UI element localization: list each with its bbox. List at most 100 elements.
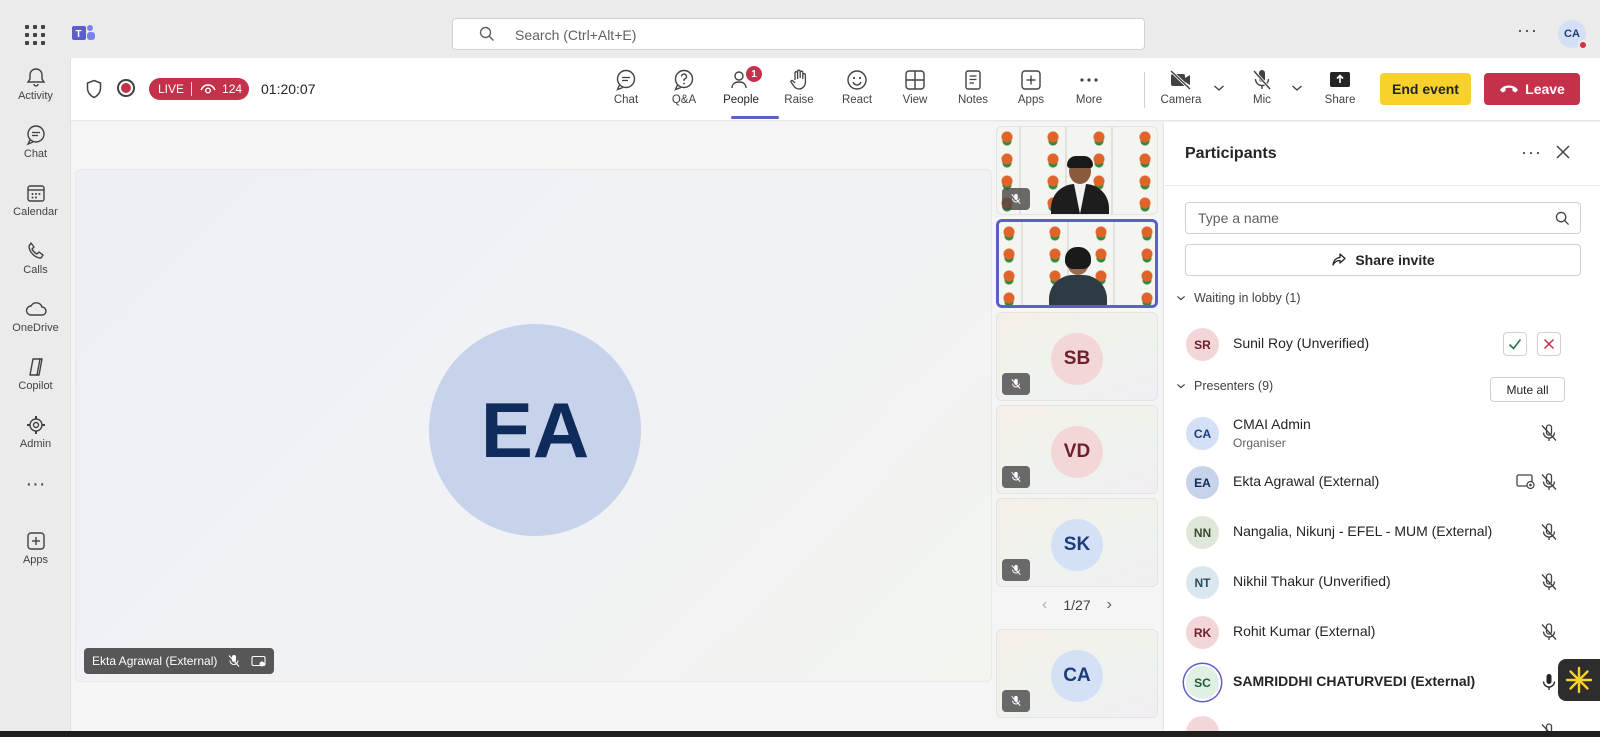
camera-button[interactable]: Camera xyxy=(1153,68,1209,118)
panel-more-icon[interactable]: ··· xyxy=(1521,142,1542,163)
video-tile[interactable]: SB xyxy=(996,312,1158,401)
presenter-row[interactable]: RK Rohit Kumar (External) xyxy=(1164,607,1600,657)
shield-icon[interactable] xyxy=(85,79,103,99)
search-icon xyxy=(1555,211,1570,226)
presenter-row[interactable]: SC SAMRIDDHI CHATURVEDI (External) xyxy=(1164,657,1600,707)
main-name-tag: Ekta Agrawal (External) xyxy=(84,648,275,674)
rail-label: Copilot xyxy=(18,380,53,392)
participant-video xyxy=(1049,156,1109,214)
more-button[interactable]: More xyxy=(1061,68,1117,118)
chevron-down-icon[interactable] xyxy=(1213,83,1225,93)
rail-admin[interactable]: Admin xyxy=(0,406,71,460)
video-tile[interactable]: VD xyxy=(996,405,1158,494)
participants-panel: Participants ··· Share invite Waiting in… xyxy=(1163,122,1600,737)
more-label: More xyxy=(1075,94,1103,106)
deny-button[interactable] xyxy=(1537,332,1561,356)
presenter-row[interactable]: EA Ekta Agrawal (External) xyxy=(1164,457,1600,507)
end-event-button[interactable]: End event xyxy=(1380,73,1471,105)
camera-label: Camera xyxy=(1160,94,1202,106)
participant-avatar: NT xyxy=(1186,566,1219,599)
share-invite-label: Share invite xyxy=(1355,252,1435,268)
rail-label: Chat xyxy=(23,148,48,160)
video-tile[interactable]: SK xyxy=(996,498,1158,587)
participant-search-field[interactable] xyxy=(1185,202,1581,234)
rail-label: Calls xyxy=(23,264,48,276)
participant-search-input[interactable] xyxy=(1186,203,1546,233)
notes-icon xyxy=(965,70,981,90)
apps-button[interactable]: Apps xyxy=(1003,68,1059,118)
rail-copilot[interactable]: Copilot xyxy=(0,348,71,402)
main-name-label: Ekta Agrawal (External) xyxy=(92,654,218,668)
chat-button[interactable]: Chat xyxy=(598,68,654,118)
mic-off-icon[interactable] xyxy=(1539,572,1559,592)
participant-name: Nangalia, Nikunj - EFEL - MUM (External) xyxy=(1233,523,1493,539)
rail-activity[interactable]: Activity xyxy=(0,58,71,112)
people-button[interactable]: 1 People xyxy=(713,66,769,118)
participant-name: SAMRIDDHI CHATURVEDI (External) xyxy=(1233,673,1476,689)
mic-off-icon[interactable] xyxy=(1539,622,1559,642)
viewer-count: 124 xyxy=(222,82,243,96)
rail-calls[interactable]: Calls xyxy=(0,232,71,286)
rail-calendar[interactable]: Calendar xyxy=(0,174,71,228)
screen-share-icon xyxy=(1516,474,1535,490)
chevron-down-icon[interactable] xyxy=(1291,83,1303,93)
smile-icon xyxy=(847,70,867,90)
video-tile[interactable]: CA xyxy=(996,629,1158,718)
mic-off-icon xyxy=(1002,188,1030,210)
settings-more-icon[interactable]: ··· xyxy=(1517,20,1538,41)
mic-off-icon[interactable] xyxy=(1539,472,1559,492)
video-tile-selected[interactable] xyxy=(996,219,1158,308)
lobby-section-header[interactable]: Waiting in lobby (1) xyxy=(1176,291,1301,305)
view-button[interactable]: View xyxy=(887,68,943,118)
mic-off-icon[interactable] xyxy=(1539,522,1559,542)
participant-name: Sunil Roy (Unverified) xyxy=(1233,335,1370,351)
apps-add-icon xyxy=(1021,70,1041,90)
rail-onedrive[interactable]: OneDrive xyxy=(0,290,71,344)
presenters-section-header[interactable]: Presenters (9) xyxy=(1176,379,1273,393)
chevron-down-icon xyxy=(1177,383,1185,389)
window-top-edge xyxy=(0,0,1600,8)
qa-button[interactable]: Q&A xyxy=(656,68,712,118)
rail-chat[interactable]: Chat xyxy=(0,116,71,170)
chevron-right-icon[interactable]: › xyxy=(1107,596,1112,614)
mic-off-icon[interactable] xyxy=(1539,423,1559,443)
rail-label: OneDrive xyxy=(12,322,59,334)
main-video-tile[interactable]: EA Ekta Agrawal (External) xyxy=(75,169,992,682)
mic-off-icon xyxy=(1002,690,1030,712)
search-placeholder: Search (Ctrl+Alt+E) xyxy=(515,27,637,43)
participant-avatar: RK xyxy=(1186,616,1219,649)
notes-button[interactable]: Notes xyxy=(945,68,1001,118)
mute-all-button[interactable]: Mute all xyxy=(1490,377,1565,402)
close-icon[interactable] xyxy=(1555,144,1571,160)
notes-label: Notes xyxy=(957,94,989,106)
presenter-row[interactable]: NN Nangalia, Nikunj - EFEL - MUM (Extern… xyxy=(1164,507,1600,557)
recording-icon[interactable] xyxy=(117,79,135,97)
video-tile-presenter[interactable] xyxy=(996,126,1158,215)
leave-button[interactable]: Leave xyxy=(1484,73,1580,105)
participant-avatar: NN xyxy=(1186,516,1219,549)
presenter-row[interactable]: CA CMAI Admin Organiser xyxy=(1164,408,1600,458)
app-launcher-icon[interactable] xyxy=(25,25,45,45)
people-active-indicator xyxy=(731,116,779,119)
react-button[interactable]: React xyxy=(829,68,885,118)
presenter-row[interactable]: NT Nikhil Thakur (Unverified) xyxy=(1164,557,1600,607)
participant-avatar: SR xyxy=(1186,328,1219,361)
lobby-row[interactable]: SR Sunil Roy (Unverified) xyxy=(1164,319,1600,369)
share-screen-icon xyxy=(1330,72,1350,87)
mic-off-icon xyxy=(1002,559,1030,581)
rail-more-apps-icon[interactable]: ··· xyxy=(0,464,71,504)
profile-avatar[interactable]: CA xyxy=(1558,20,1588,50)
mic-on-icon[interactable] xyxy=(1539,672,1559,692)
search-bar[interactable]: Search (Ctrl+Alt+E) xyxy=(452,18,1145,50)
raise-hand-button[interactable]: Raise xyxy=(771,68,827,118)
presence-busy-icon xyxy=(1578,40,1588,50)
chevron-left-icon[interactable]: ‹ xyxy=(1042,596,1047,614)
sparkle-widget-icon[interactable] xyxy=(1558,659,1600,701)
share-invite-button[interactable]: Share invite xyxy=(1185,244,1581,276)
admit-button[interactable] xyxy=(1503,332,1527,356)
share-button[interactable]: Share xyxy=(1312,68,1368,118)
rail-apps[interactable]: Apps xyxy=(0,522,71,576)
mic-button[interactable]: Mic xyxy=(1234,68,1290,118)
tile-avatar: VD xyxy=(1051,426,1103,478)
taskbar-edge xyxy=(0,731,1600,737)
